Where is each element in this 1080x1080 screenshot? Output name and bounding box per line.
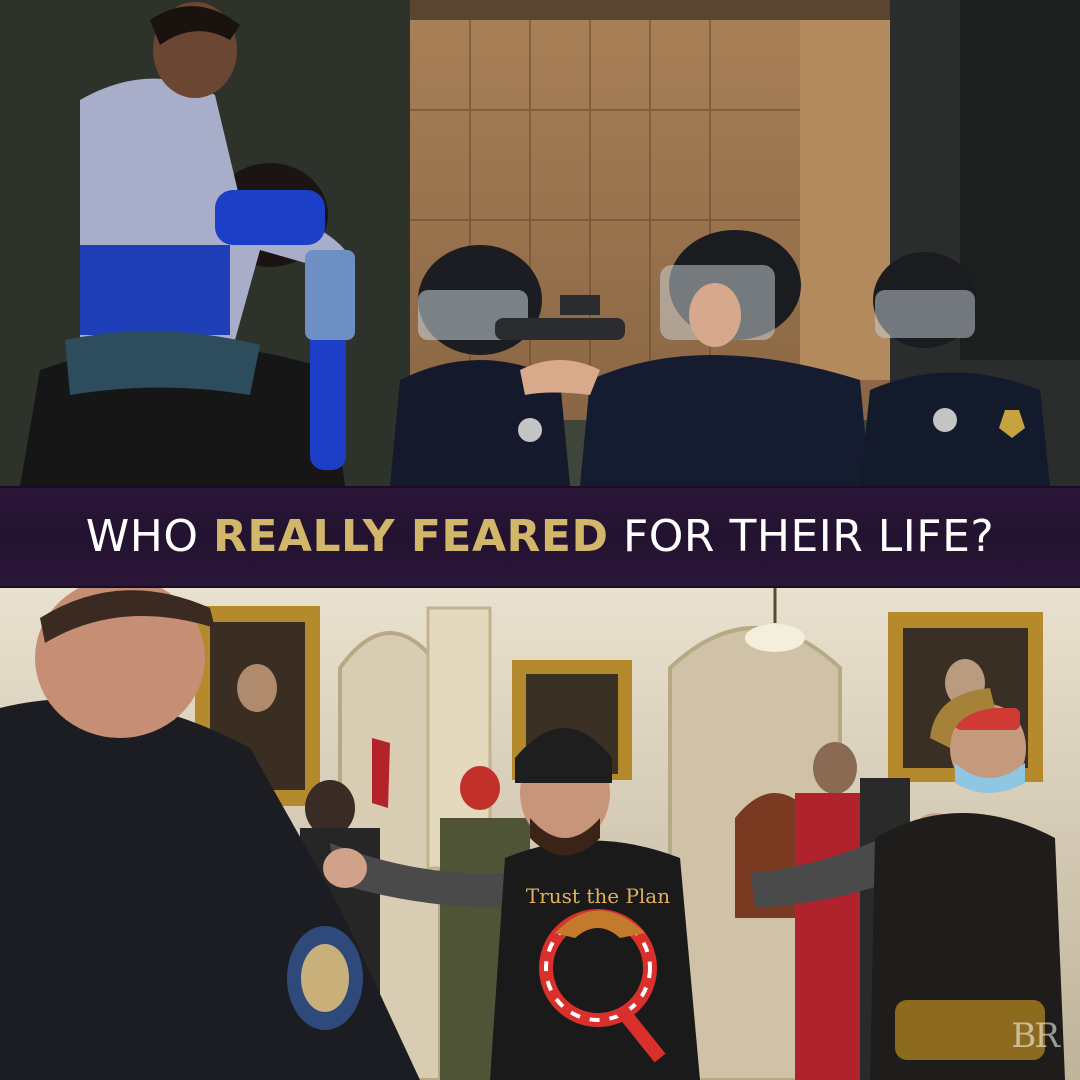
headline-suffix: FOR THEIR LIFE?	[608, 511, 995, 562]
headline-banner: WHO REALLY FEARED FOR THEIR LIFE?	[0, 486, 1080, 588]
meme-graphic: WHO REALLY FEARED FOR THEIR LIFE? Trust …	[0, 0, 1080, 1080]
shirt-text: Trust the Plan	[526, 884, 670, 908]
headline-text: WHO REALLY FEARED FOR THEIR LIFE?	[86, 515, 995, 559]
police-line-illustration	[0, 0, 1080, 486]
bottom-photo-capitol-hallway: Trust the Plan	[0, 588, 1080, 1080]
headline-prefix: WHO	[85, 511, 213, 562]
headline-highlight: REALLY FEARED	[212, 511, 609, 562]
capitol-hallway-illustration: Trust the Plan	[0, 588, 1080, 1080]
publisher-watermark: BR	[1011, 1016, 1060, 1056]
top-photo-police-line	[0, 0, 1080, 486]
